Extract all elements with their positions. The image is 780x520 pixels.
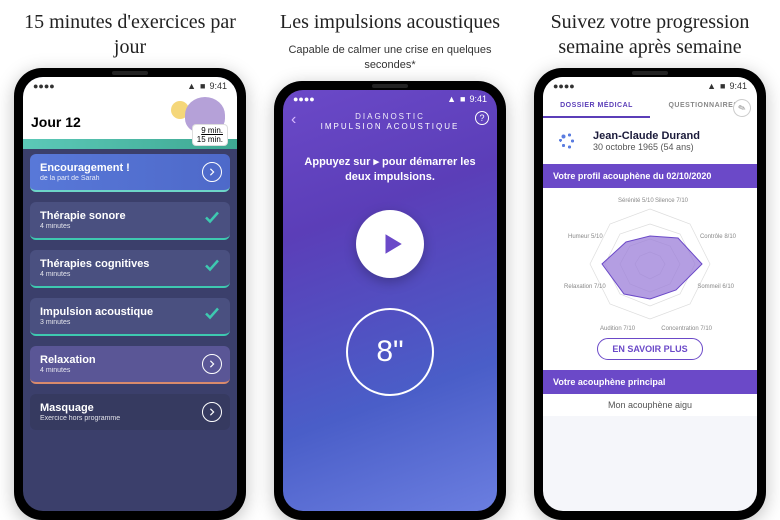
play-button[interactable] [356, 210, 424, 278]
timer-display: 8" [346, 308, 434, 396]
headline-3: Suivez votre progression semaine après s… [526, 10, 774, 60]
chevron-right-icon [202, 402, 222, 422]
panel-exercises: 15 minutes d'exercices par jour ●●●● ▲ ■ 9… [0, 0, 260, 520]
sub-2: Capable de calmer une crise en quelques … [266, 43, 514, 73]
phone-2: ●●●● ▲■9:41 ‹ DIAGNOSTIC IMPULSION ACOUS… [274, 81, 506, 520]
diag-subtitle: IMPULSION ACOUSTIQUE [283, 122, 497, 131]
status-time: 9:41 [469, 94, 487, 104]
status-time: 9:41 [729, 81, 747, 91]
wifi-icon: ▲ [447, 94, 456, 104]
battery-icon: ■ [460, 94, 465, 104]
tab-medical[interactable]: DOSSIER MÉDICAL [543, 95, 650, 118]
section-main-title: Votre acouphène principal [543, 370, 757, 394]
phone-1: ●●●● ▲ ■ 9:41 Jour 12 9 min. 15 min. Encou… [14, 68, 246, 520]
profile-header: Jean-Claude Durand 30 octobre 1965 (54 a… [543, 118, 757, 164]
panel-progress: Suivez votre progression semaine après s… [520, 0, 780, 520]
headline-1: 15 minutes d'exercices par jour [6, 10, 254, 60]
exercise-card[interactable]: Thérapie sonore 4 minutes [30, 202, 230, 240]
wifi-icon: ▲ [187, 81, 196, 91]
learn-more-button[interactable]: EN SAVOIR PLUS [597, 338, 702, 360]
day-header: Jour 12 9 min. 15 min. [23, 95, 237, 149]
encouragement-card[interactable]: Encouragement ! de la part de Sarah [30, 154, 230, 192]
profile-dob: 30 octobre 1965 (54 ans) [593, 142, 700, 152]
exercise-card[interactable]: Relaxation 4 minutes [30, 346, 230, 384]
chevron-right-icon [202, 162, 222, 182]
panel-impulses: Les impulsions acoustiques Capable de ca… [260, 0, 520, 520]
acouphene-label: Mon acouphène aigu [543, 394, 757, 416]
exercise-card[interactable]: Impulsion acoustique 3 minutes [30, 298, 230, 336]
app-logo-icon [553, 126, 583, 156]
check-icon [204, 306, 220, 327]
headline-2: Les impulsions acoustiques [280, 10, 500, 35]
profile-name: Jean-Claude Durand [593, 130, 700, 142]
phone-3: ●●●● ▲■9:41 DOSSIER MÉDICAL QUESTIONNAIR… [534, 68, 766, 520]
check-icon [204, 258, 220, 279]
exercise-card[interactable]: Thérapies cognitives 4 minutes [30, 250, 230, 288]
instruction-text: Appuyez sur ▸ pour démarrer les deux imp… [299, 155, 481, 185]
status-dots: ●●●● [293, 94, 315, 104]
section-profile-title: Votre profil acouphène du 02/10/2020 [543, 164, 757, 188]
wifi-icon: ▲ [707, 81, 716, 91]
battery-icon: ■ [200, 81, 205, 91]
battery-icon: ■ [720, 81, 725, 91]
day-label: Jour 12 [31, 114, 81, 130]
status-dots: ●●●● [33, 81, 55, 91]
radar-chart: Sérénité 5/10 Silence 7/10 Humeur 5/10 C… [570, 194, 730, 334]
time-progress: 9 min. 15 min. [193, 125, 227, 145]
help-icon[interactable]: ? [475, 111, 489, 125]
diag-title: DIAGNOSTIC [283, 112, 497, 121]
play-icon [379, 231, 405, 257]
check-icon [204, 210, 220, 231]
status-time: 9:41 [209, 81, 227, 91]
masking-card[interactable]: Masquage Exercice hors programme [30, 394, 230, 430]
chevron-right-icon [202, 354, 222, 374]
status-dots: ●●●● [553, 81, 575, 91]
